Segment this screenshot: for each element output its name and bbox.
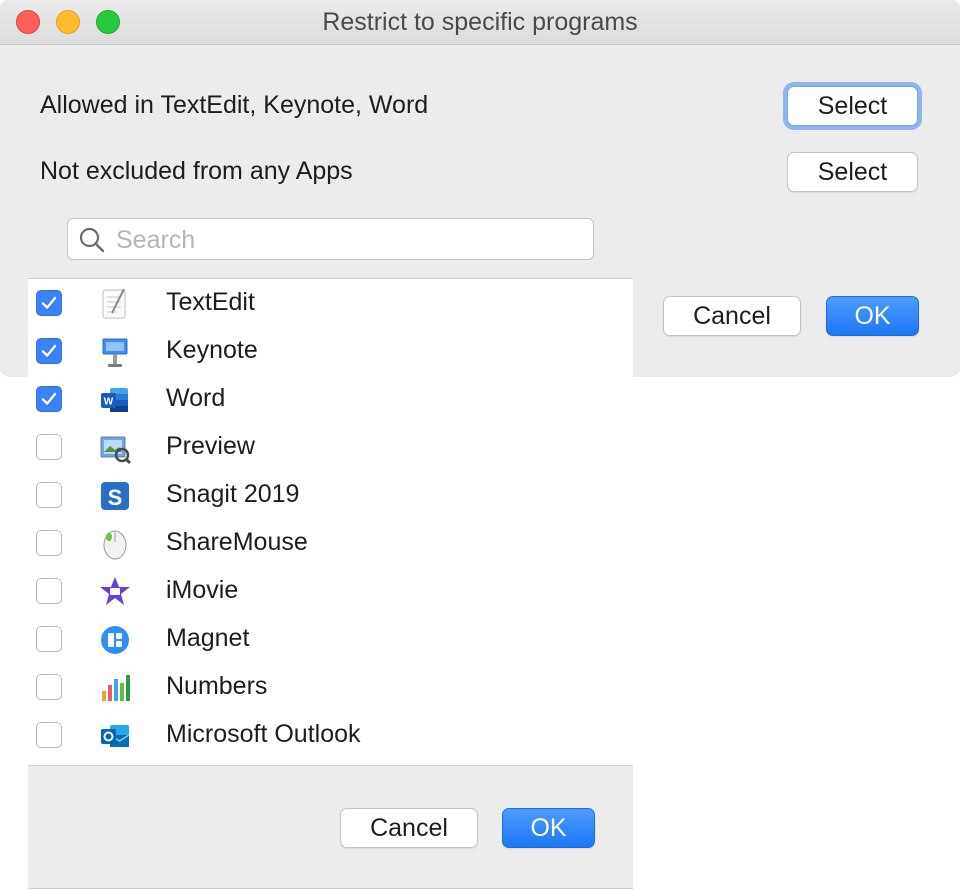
title-bar: Restrict to specific programs	[0, 0, 960, 45]
excluded-label: Not excluded from any Apps	[40, 157, 353, 185]
app-list-item[interactable]: S Snagit 2019	[28, 472, 633, 520]
word-icon: W	[98, 383, 132, 417]
window-cancel-button[interactable]: Cancel	[663, 296, 801, 336]
numbers-icon	[98, 671, 132, 705]
magnet-icon	[98, 623, 132, 657]
app-name-label: iMovie	[166, 576, 239, 604]
snagit-icon: S	[98, 479, 132, 513]
app-name-label: Word	[166, 384, 226, 412]
app-name-label: Keynote	[166, 336, 258, 364]
textedit-icon	[98, 287, 132, 321]
app-list: TextEdit Keynote W Word Preview S Snagit 2019 S…	[28, 278, 633, 766]
popup-header	[28, 203, 633, 278]
app-name-label: Numbers	[166, 672, 268, 700]
app-checkbox[interactable]	[36, 530, 62, 556]
app-list-item[interactable]: Microsoft Outlook	[28, 712, 633, 760]
app-list-item[interactable]: W Word	[28, 376, 633, 424]
app-list-item[interactable]: Numbers	[28, 664, 633, 712]
window-title: Restrict to specific programs	[322, 8, 638, 36]
keynote-icon	[98, 335, 132, 369]
app-list-item[interactable]: Keynote	[28, 328, 633, 376]
checkmark-icon	[41, 296, 57, 309]
app-list-item[interactable]: TextEdit	[28, 280, 633, 328]
excluded-select-button[interactable]: Select	[787, 152, 918, 192]
popup-cancel-button[interactable]: Cancel	[340, 808, 478, 848]
app-list-item[interactable]: Magnet	[28, 616, 633, 664]
app-checkbox[interactable]	[36, 338, 62, 364]
svg-text:S: S	[108, 485, 123, 510]
preview-icon	[98, 431, 132, 465]
sharemouse-icon	[98, 527, 132, 561]
app-checkbox[interactable]	[36, 674, 62, 700]
app-checkbox[interactable]	[36, 578, 62, 604]
app-picker-popup: TextEditKeynoteWWordPreviewSSnagit 2019S…	[28, 203, 633, 889]
app-name-label: ShareMouse	[166, 528, 308, 556]
app-name-label: Magnet	[166, 624, 250, 652]
checkmark-icon	[41, 392, 57, 405]
imovie-icon	[98, 575, 132, 609]
app-checkbox[interactable]	[36, 290, 62, 316]
app-checkbox[interactable]	[36, 386, 62, 412]
search-icon	[79, 227, 105, 253]
app-name-label: TextEdit	[166, 288, 255, 316]
outlook-icon	[98, 719, 132, 753]
app-name-label: Preview	[166, 432, 255, 460]
app-list-item[interactable]: iMovie	[28, 568, 633, 616]
allowed-label: Allowed in TextEdit, Keynote, Word	[40, 91, 429, 119]
app-checkbox[interactable]	[36, 482, 62, 508]
allowed-select-button[interactable]: Select	[787, 86, 918, 126]
app-name-label: Microsoft Outlook	[166, 720, 361, 748]
app-checkbox[interactable]	[36, 722, 62, 748]
checkmark-icon	[41, 344, 57, 357]
app-name-label: Snagit 2019	[166, 480, 300, 508]
svg-text:W: W	[104, 397, 114, 408]
app-checkbox[interactable]	[36, 626, 62, 652]
popup-ok-button[interactable]: OK	[502, 808, 595, 848]
app-checkbox[interactable]	[36, 434, 62, 460]
window-ok-button[interactable]: OK	[826, 296, 919, 336]
popup-footer: Cancel OK	[28, 766, 633, 889]
search-field[interactable]	[67, 218, 594, 261]
search-input[interactable]	[114, 219, 588, 261]
app-list-item[interactable]: ShareMouse	[28, 520, 633, 568]
app-list-item[interactable]: Preview	[28, 424, 633, 472]
